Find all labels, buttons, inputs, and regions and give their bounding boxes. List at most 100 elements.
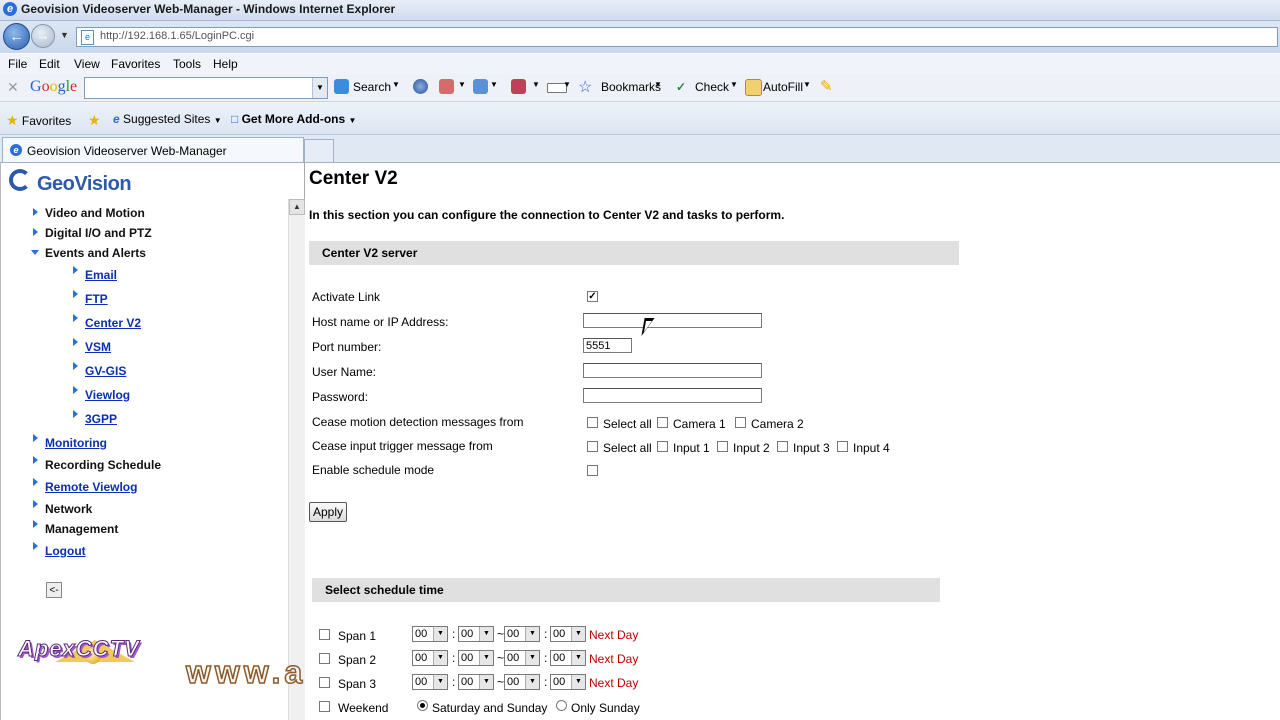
get-addons-button[interactable]: □ Get More Add-ons ▼ (231, 112, 356, 126)
autofill-icon[interactable] (745, 79, 762, 96)
input-4-checkbox[interactable] (837, 441, 848, 452)
search-dropdown-icon[interactable]: ▼ (392, 80, 400, 89)
input-1-checkbox[interactable] (657, 441, 668, 452)
nav-logout[interactable]: Logout (45, 544, 86, 558)
schedule-mode-checkbox[interactable] (587, 465, 598, 476)
add-favorites-icon[interactable]: ★ (88, 112, 101, 129)
port-input[interactable]: 5551 (583, 338, 632, 353)
expand-arrow-icon[interactable] (33, 542, 38, 550)
plus-dropdown-icon[interactable]: ▼ (490, 80, 498, 89)
new-tab-button[interactable] (304, 139, 334, 162)
nav-vsm[interactable]: VSM (85, 340, 111, 354)
host-input[interactable] (583, 313, 762, 328)
span-2-end-hour-select[interactable]: 00 ▼ (504, 650, 540, 666)
sidewiki-dropdown-icon[interactable]: ▼ (563, 80, 571, 89)
nav-ftp[interactable]: FTP (85, 292, 108, 306)
google-search-button[interactable]: Search (353, 80, 391, 94)
expand-arrow-icon[interactable] (33, 456, 38, 464)
bookmarks-button[interactable]: Bookmarks (601, 80, 661, 94)
nav-network[interactable]: Network (45, 502, 92, 516)
nav-email[interactable]: Email (85, 268, 117, 282)
expand-arrow-icon[interactable] (33, 478, 38, 486)
camera-2-checkbox[interactable] (735, 417, 746, 428)
expand-arrow-icon[interactable] (33, 228, 38, 236)
span-3-end-min-select[interactable]: 00 ▼ (550, 674, 586, 690)
span-3-checkbox[interactable] (319, 677, 330, 688)
popup-dropdown-icon[interactable]: ▼ (458, 80, 466, 89)
only-sunday-radio[interactable] (556, 700, 567, 711)
span-1-checkbox[interactable] (319, 629, 330, 640)
sidebar-scrollbar[interactable]: ▲ (288, 199, 305, 720)
input-3-checkbox[interactable] (777, 441, 788, 452)
span-3-start-hour-select[interactable]: 00 ▼ (412, 674, 448, 690)
globe-icon[interactable] (413, 79, 428, 94)
saturday-sunday-radio[interactable] (417, 700, 428, 711)
span-3-end-hour-select[interactable]: 00 ▼ (504, 674, 540, 690)
suggested-sites-button[interactable]: e Suggested Sites ▼ (113, 112, 222, 126)
nav-center-v2[interactable]: Center V2 (85, 316, 141, 330)
span-1-end-min-select[interactable]: 00 ▼ (550, 626, 586, 642)
bookmarks-dropdown-icon[interactable]: ▼ (654, 80, 662, 89)
forward-arrow-icon[interactable]: → (31, 24, 55, 48)
recent-pages-dropdown-icon[interactable]: ▼ (60, 30, 69, 40)
nav-digital-io-ptz[interactable]: Digital I/O and PTZ (45, 226, 152, 240)
menu-favorites[interactable]: Favorites (111, 57, 160, 71)
menu-help[interactable]: Help (213, 57, 238, 71)
nav-recording-schedule[interactable]: Recording Schedule (45, 458, 161, 472)
address-bar[interactable]: e http://192.168.1.65/LoginPC.cgi (76, 27, 1278, 47)
menu-tools[interactable]: Tools (173, 57, 201, 71)
scroll-up-icon[interactable]: ▲ (289, 199, 305, 215)
share-dropdown-icon[interactable]: ▼ (532, 80, 540, 89)
nav-management[interactable]: Management (45, 522, 118, 536)
user-input[interactable] (583, 363, 762, 378)
nav-remote-viewlog[interactable]: Remote Viewlog (45, 480, 137, 494)
menu-edit[interactable]: Edit (39, 57, 60, 71)
apply-button[interactable]: Apply (309, 502, 347, 522)
address-url[interactable]: http://192.168.1.65/LoginPC.cgi (100, 30, 254, 42)
back-arrow-icon[interactable]: ← (3, 23, 30, 50)
collapse-arrow-icon[interactable] (31, 250, 39, 255)
autofill-dropdown-icon[interactable]: ▼ (803, 80, 811, 89)
highlight-pen-icon[interactable]: ✎ (820, 77, 833, 95)
span-2-start-min-select[interactable]: 00 ▼ (458, 650, 494, 666)
input-2-checkbox[interactable] (717, 441, 728, 452)
popup-blocker-icon[interactable] (439, 79, 454, 94)
input-select-all-checkbox[interactable] (587, 441, 598, 452)
span-2-start-hour-select[interactable]: 00 ▼ (412, 650, 448, 666)
google-search-input[interactable]: ▼ (84, 77, 328, 99)
nav-monitoring[interactable]: Monitoring (45, 436, 107, 450)
search-history-dropdown-icon[interactable]: ▼ (312, 78, 327, 98)
expand-arrow-icon[interactable] (33, 434, 38, 442)
collapse-sidebar-button[interactable]: <- (46, 582, 62, 598)
plus-icon[interactable] (473, 79, 488, 94)
activate-link-checkbox[interactable]: ✓ (587, 291, 598, 302)
span-2-end-min-select[interactable]: 00 ▼ (550, 650, 586, 666)
expand-arrow-icon[interactable] (33, 208, 38, 216)
camera-1-checkbox[interactable] (657, 417, 668, 428)
favorites-button[interactable]: ★ Favorites (6, 112, 71, 129)
menu-view[interactable]: View (74, 57, 100, 71)
share-icon[interactable] (511, 79, 526, 94)
span-3-start-min-select[interactable]: 00 ▼ (458, 674, 494, 690)
tab-geovision[interactable]: e Geovision Videoserver Web-Manager (2, 137, 304, 162)
close-toolbar-icon[interactable]: ✕ (7, 79, 19, 96)
check-dropdown-icon[interactable]: ▼ (730, 80, 738, 89)
span-1-end-hour-select[interactable]: 00 ▼ (504, 626, 540, 642)
motion-select-all-checkbox[interactable] (587, 417, 598, 428)
weekend-checkbox[interactable] (319, 701, 330, 712)
autofill-button[interactable]: AutoFill (763, 80, 803, 94)
nav-viewlog[interactable]: Viewlog (85, 388, 130, 402)
expand-arrow-icon[interactable] (33, 520, 38, 528)
nav-video-and-motion[interactable]: Video and Motion (45, 206, 145, 220)
password-input[interactable] (583, 388, 762, 403)
spellcheck-icon[interactable]: ✓ (676, 80, 686, 94)
bookmarks-star-icon[interactable]: ☆ (578, 77, 592, 97)
span-2-checkbox[interactable] (319, 653, 330, 664)
nav-events-and-alerts[interactable]: Events and Alerts (45, 246, 146, 260)
menu-file[interactable]: File (8, 57, 27, 71)
check-button[interactable]: Check (695, 80, 729, 94)
nav-gv-gis[interactable]: GV-GIS (85, 364, 126, 378)
span-1-start-min-select[interactable]: 00 ▼ (458, 626, 494, 642)
span-1-start-hour-select[interactable]: 00 ▼ (412, 626, 448, 642)
expand-arrow-icon[interactable] (33, 500, 38, 508)
